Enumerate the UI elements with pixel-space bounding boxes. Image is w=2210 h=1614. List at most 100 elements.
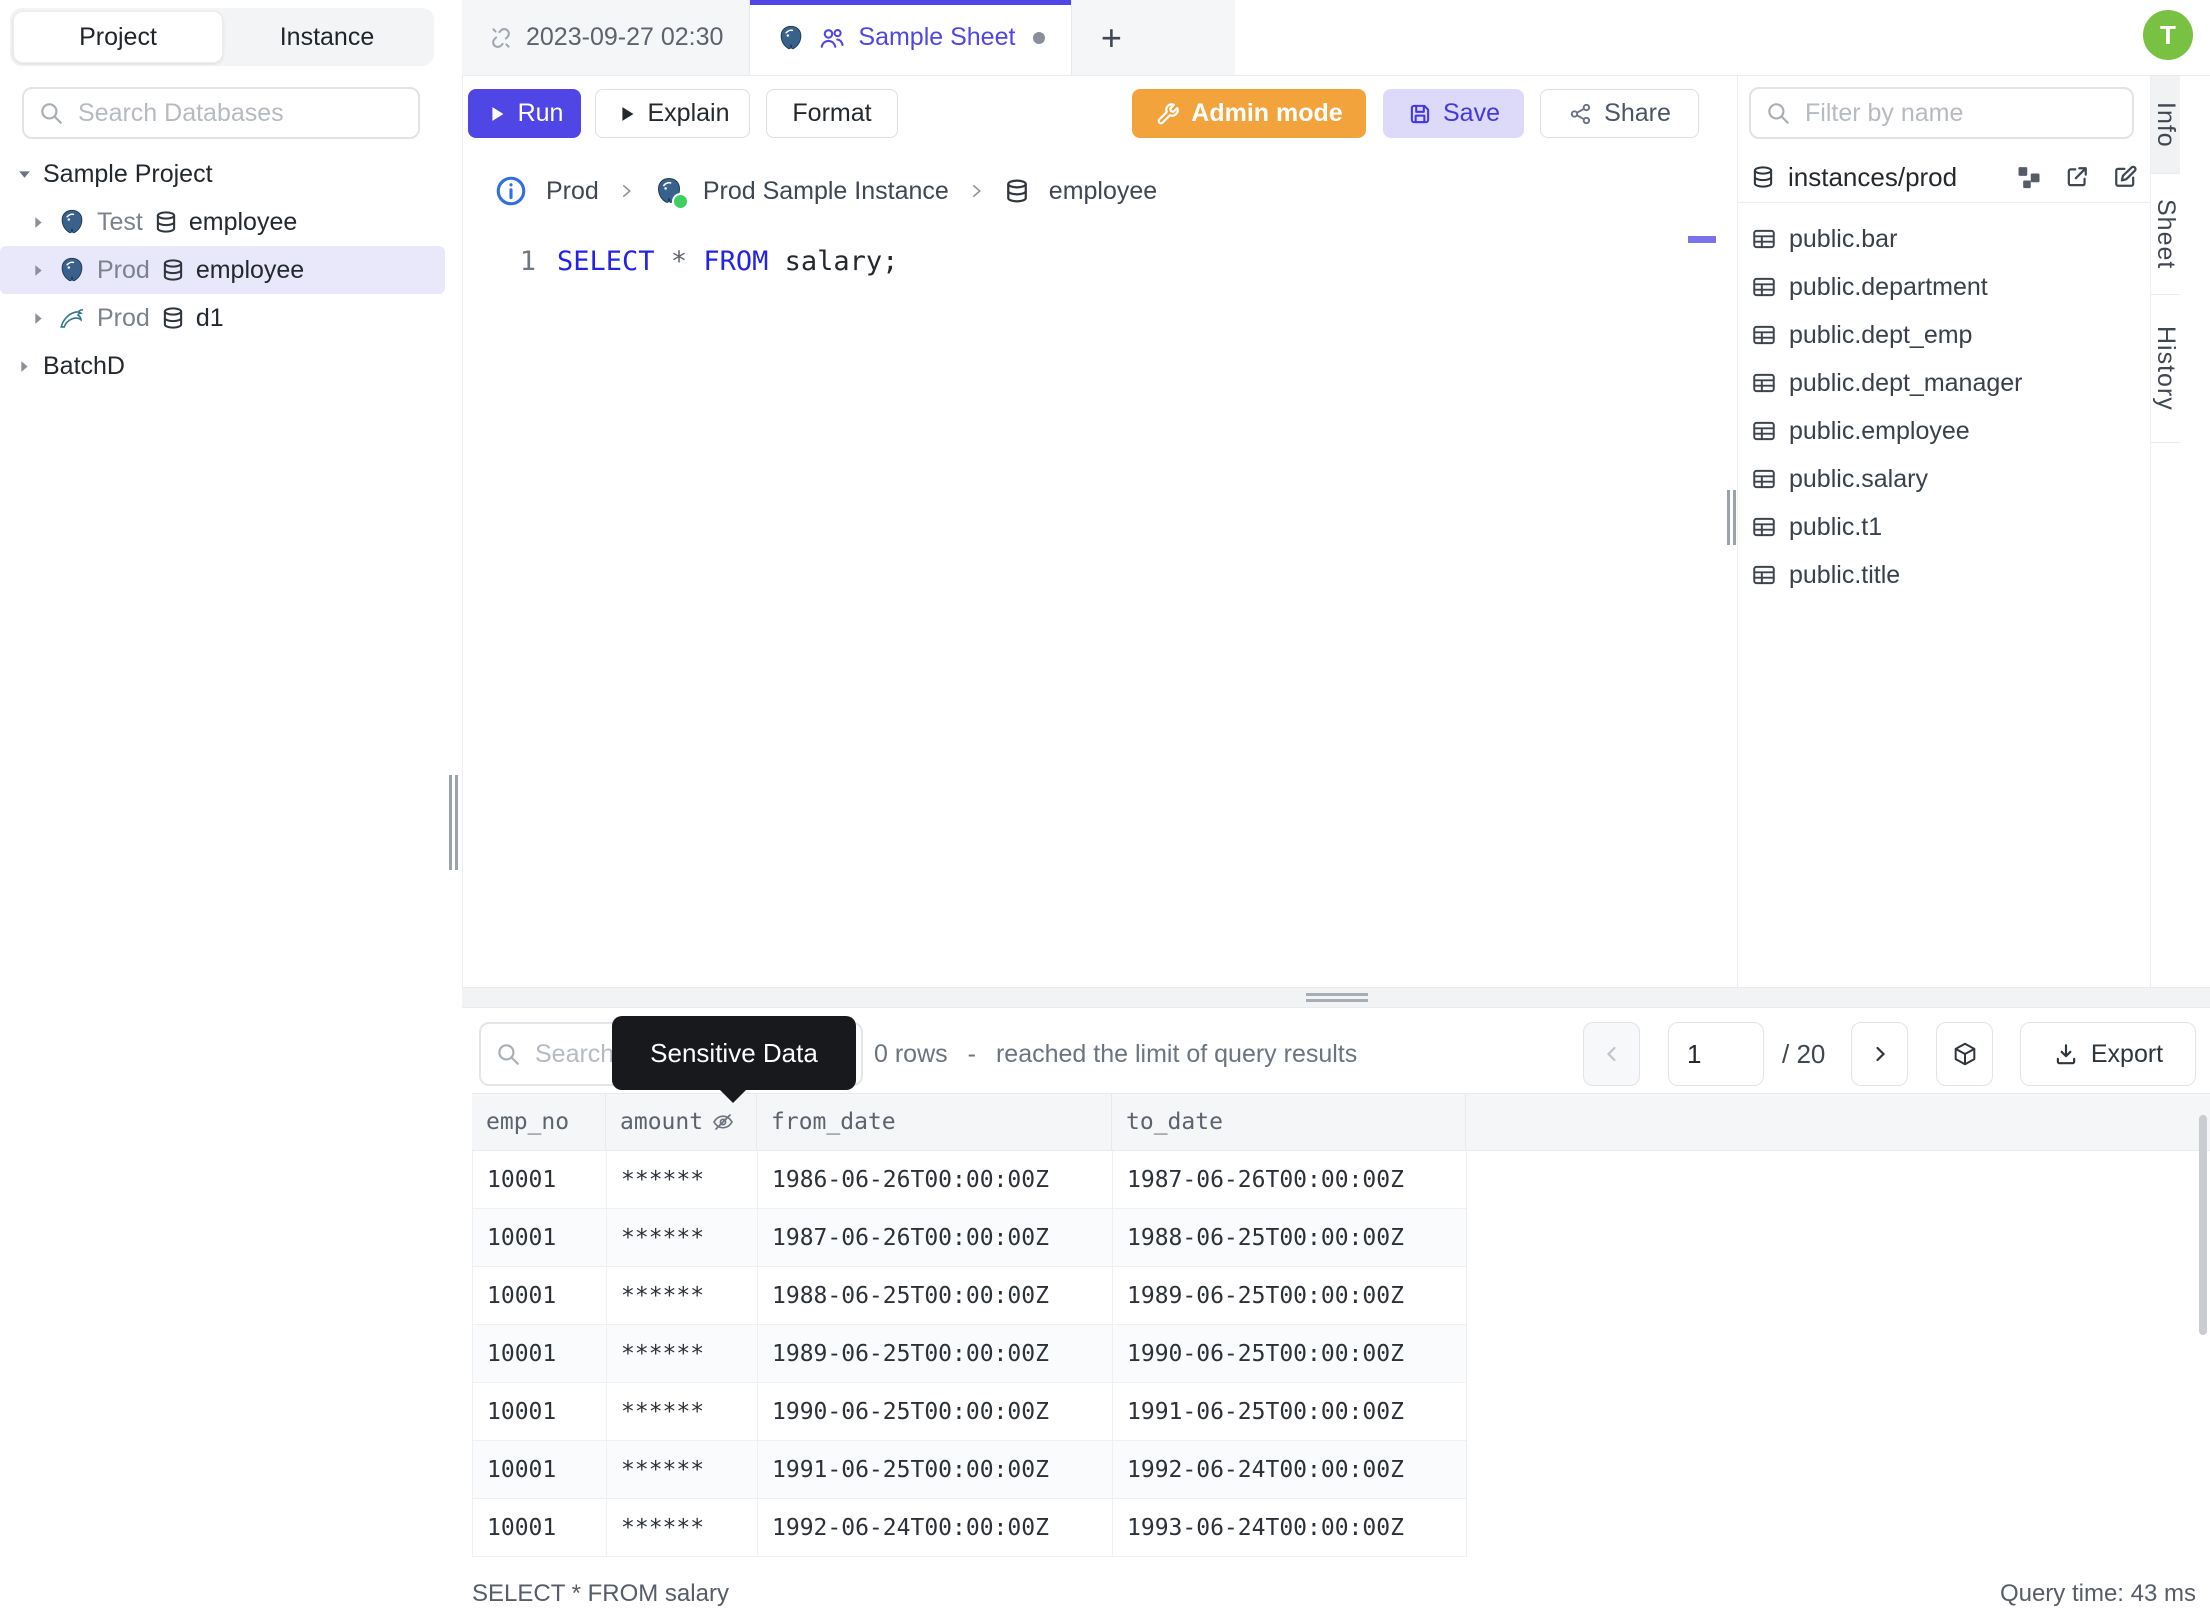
explain-button[interactable]: Explain [595, 89, 750, 138]
table-cell[interactable]: ****** [607, 1151, 758, 1208]
table-cell[interactable]: 1989-06-25T00:00:00Z [1113, 1267, 1467, 1324]
table-cell[interactable]: 1992-06-24T00:00:00Z [758, 1499, 1113, 1556]
table-row[interactable]: 10001 ****** 1987-06-26T00:00:00Z 1988-06-2… [473, 1209, 1467, 1267]
table-cell[interactable]: ****** [607, 1267, 758, 1324]
caret-right-icon[interactable] [30, 262, 47, 279]
prev-page-button[interactable] [1583, 1022, 1640, 1086]
tree-database-item[interactable]: Prod employee [0, 246, 445, 294]
table-cell[interactable]: 10001 [473, 1325, 607, 1382]
export-button[interactable]: Export [2020, 1022, 2196, 1086]
format-button[interactable]: Format [766, 89, 898, 138]
next-page-button[interactable] [1851, 1022, 1908, 1086]
table-icon [1753, 469, 1775, 489]
admin-mode-button[interactable]: Admin mode [1132, 89, 1366, 138]
table-cell[interactable]: 10001 [473, 1209, 607, 1266]
table-cell[interactable]: ****** [607, 1209, 758, 1266]
table-cell[interactable]: 1988-06-25T00:00:00Z [758, 1267, 1113, 1324]
schema-diagram-button[interactable] [2015, 163, 2043, 191]
table-name: public.dept_emp [1789, 320, 1973, 349]
table-row[interactable]: 10001 ****** 1992-06-24T00:00:00Z 1993-06-2… [473, 1499, 1467, 1557]
tree-project-item[interactable]: BatchD [0, 342, 445, 390]
table-icon [1753, 565, 1775, 585]
table-list-item[interactable]: public.salary [1738, 455, 2150, 503]
table-cell[interactable]: 1990-06-25T00:00:00Z [758, 1383, 1113, 1440]
caret-right-icon[interactable] [16, 358, 33, 375]
sheet-tab-unsaved[interactable]: 2023-09-27 02:30 [462, 0, 751, 75]
breadcrumb-instance[interactable]: Prod Sample Instance [703, 177, 949, 206]
table-list-item[interactable]: public.bar [1738, 215, 2150, 263]
tree-database-item[interactable]: Test employee [0, 198, 445, 246]
column-header-emp-no[interactable]: emp_no [472, 1094, 606, 1150]
table-cell[interactable]: 1991-06-25T00:00:00Z [1113, 1383, 1467, 1440]
table-icon [1753, 373, 1775, 393]
tab-info[interactable]: Info [2151, 76, 2180, 174]
table-cell[interactable]: ****** [607, 1441, 758, 1498]
caret-right-icon[interactable] [30, 310, 47, 327]
sql-editor[interactable]: 1 SELECT * FROM salary; [462, 230, 1725, 987]
schema-panel-resize-handle[interactable] [1725, 76, 1737, 993]
breadcrumb-environment[interactable]: Prod [546, 177, 599, 206]
avatar[interactable]: T [2143, 10, 2193, 60]
table-cell[interactable]: 10001 [473, 1267, 607, 1324]
tree-database-item[interactable]: Prod d1 [0, 294, 445, 342]
table-row[interactable]: 10001 ****** 1988-06-25T00:00:00Z 1989-06-2… [473, 1267, 1467, 1325]
table-cell[interactable]: ****** [607, 1499, 758, 1556]
column-header-to-date[interactable]: to_date [1112, 1094, 1466, 1150]
tree-project-item[interactable]: Sample Project [0, 150, 445, 198]
results-scrollbar-thumb[interactable] [2199, 1115, 2207, 1335]
save-icon [1410, 104, 1430, 123]
breadcrumb-database[interactable]: employee [1049, 177, 1157, 206]
sidebar-resize-handle[interactable] [445, 0, 462, 1614]
table-list-item[interactable]: public.t1 [1738, 503, 2150, 551]
tab-instance[interactable]: Instance [223, 11, 431, 63]
page-number-input[interactable] [1669, 1038, 1763, 1070]
table-cell[interactable]: 1988-06-25T00:00:00Z [1113, 1209, 1467, 1266]
table-cell[interactable]: 1989-06-25T00:00:00Z [758, 1325, 1113, 1382]
database-search[interactable] [22, 87, 420, 139]
eye-off-icon[interactable] [711, 1110, 735, 1134]
table-filter-input[interactable] [1803, 97, 2118, 129]
table-cell[interactable]: ****** [607, 1325, 758, 1382]
table-row[interactable]: 10001 ****** 1989-06-25T00:00:00Z 1990-06-2… [473, 1325, 1467, 1383]
column-header-from-date[interactable]: from_date [757, 1094, 1112, 1150]
table-cell[interactable]: 10001 [473, 1441, 607, 1498]
table-list-item[interactable]: public.department [1738, 263, 2150, 311]
database-search-input[interactable] [76, 97, 404, 129]
table-cell[interactable]: 10001 [473, 1383, 607, 1440]
table-cell[interactable]: 1987-06-26T00:00:00Z [1113, 1151, 1467, 1208]
table-cell[interactable]: 10001 [473, 1499, 607, 1556]
tab-history[interactable]: History [2151, 295, 2180, 443]
sheet-tab-active[interactable]: Sample Sheet [750, 0, 1073, 75]
add-sheet-button[interactable]: + [1072, 0, 1150, 75]
open-external-button[interactable] [2063, 163, 2091, 191]
table-row[interactable]: 10001 ****** 1986-06-26T00:00:00Z 1987-06-2… [473, 1151, 1467, 1209]
tab-sheet[interactable]: Sheet [2151, 174, 2180, 295]
table-list-item[interactable]: public.employee [1738, 407, 2150, 455]
results-resize-handle[interactable] [462, 987, 2210, 1008]
table-row[interactable]: 10001 ****** 1991-06-25T00:00:00Z 1992-06-2… [473, 1441, 1467, 1499]
table-cell[interactable]: 1991-06-25T00:00:00Z [758, 1441, 1113, 1498]
caret-right-icon[interactable] [30, 214, 47, 231]
share-button[interactable]: Share [1540, 89, 1699, 138]
info-icon[interactable] [494, 174, 528, 208]
tab-project[interactable]: Project [13, 11, 223, 63]
page-number-field[interactable] [1668, 1022, 1764, 1086]
table-cell[interactable]: 1993-06-24T00:00:00Z [1113, 1499, 1467, 1556]
run-button[interactable]: Run [468, 89, 581, 138]
table-list-item[interactable]: public.dept_emp [1738, 311, 2150, 359]
table-cell[interactable]: 1992-06-24T00:00:00Z [1113, 1441, 1467, 1498]
table-cell[interactable]: 1987-06-26T00:00:00Z [758, 1209, 1113, 1266]
table-cell[interactable]: 1986-06-26T00:00:00Z [758, 1151, 1113, 1208]
save-button[interactable]: Save [1383, 89, 1524, 138]
code-line-content[interactable]: SELECT * FROM salary; [557, 242, 898, 282]
table-cell[interactable]: ****** [607, 1383, 758, 1440]
caret-down-icon[interactable] [16, 166, 33, 183]
table-cell[interactable]: 10001 [473, 1151, 607, 1208]
table-list-item[interactable]: public.title [1738, 551, 2150, 599]
table-row[interactable]: 10001 ****** 1990-06-25T00:00:00Z 1991-06-2… [473, 1383, 1467, 1441]
table-list-item[interactable]: public.dept_manager [1738, 359, 2150, 407]
table-filter[interactable] [1749, 87, 2134, 139]
cube-button[interactable] [1936, 1022, 1993, 1086]
table-cell[interactable]: 1990-06-25T00:00:00Z [1113, 1325, 1467, 1382]
edit-schema-button[interactable] [2111, 163, 2139, 191]
